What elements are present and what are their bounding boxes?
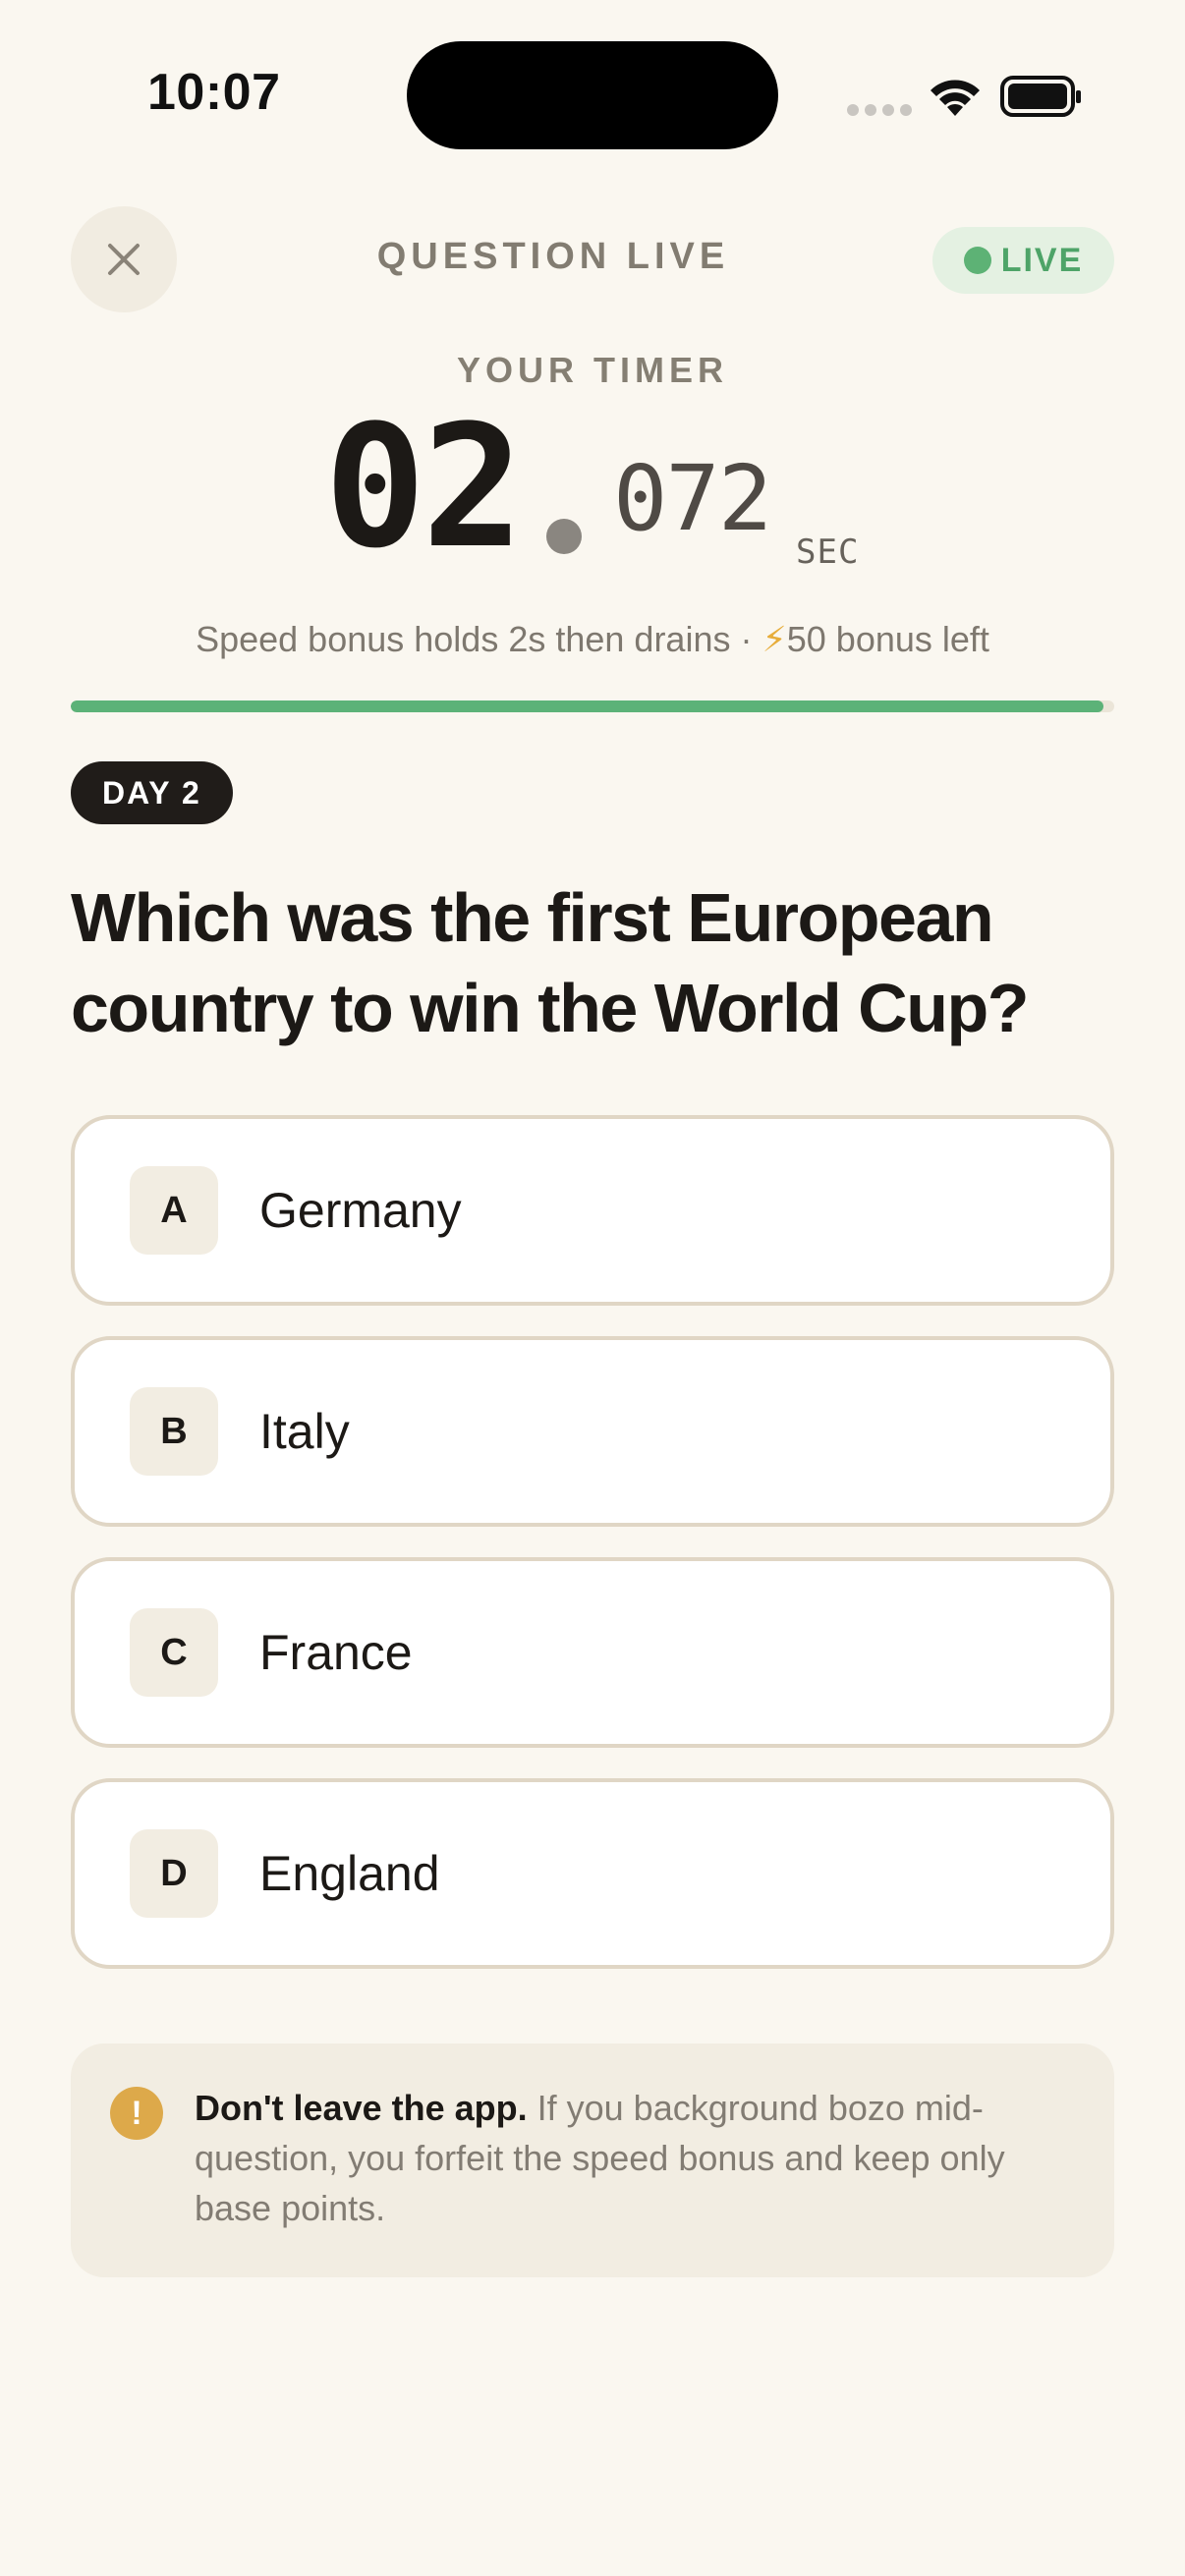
leave-app-warning: ! Don't leave the app. If you background… bbox=[71, 2044, 1114, 2277]
answer-option-d[interactable]: D England bbox=[71, 1778, 1114, 1969]
option-letter: D bbox=[130, 1829, 218, 1918]
exclamation-icon: ! bbox=[110, 2087, 163, 2140]
bonus-note-prefix: Speed bonus holds 2s then drains · bbox=[196, 619, 762, 659]
timer-label: YOUR TIMER bbox=[456, 350, 728, 390]
live-badge: LIVE bbox=[932, 227, 1114, 294]
option-letter: B bbox=[130, 1387, 218, 1476]
speed-bonus-progress-fill bbox=[71, 700, 1104, 712]
answer-option-c[interactable]: C France bbox=[71, 1557, 1114, 1748]
option-label: France bbox=[259, 1625, 413, 1680]
option-label: Germany bbox=[259, 1183, 462, 1238]
bonus-note-suffix: 50 bonus left bbox=[786, 619, 989, 659]
live-label: LIVE bbox=[1000, 241, 1084, 279]
speed-bonus-progress bbox=[71, 700, 1114, 712]
status-time: 10:07 bbox=[147, 64, 281, 121]
option-label: England bbox=[259, 1846, 440, 1901]
option-letter: C bbox=[130, 1608, 218, 1697]
wifi-icon bbox=[931, 80, 980, 116]
answer-option-b[interactable]: B Italy bbox=[71, 1336, 1114, 1527]
option-letter: A bbox=[130, 1166, 218, 1255]
live-dot-icon bbox=[963, 247, 991, 274]
warning-text: Don't leave the app. If you background b… bbox=[195, 2083, 1079, 2233]
speed-bonus-note: Speed bonus holds 2s then drains · ⚡50 b… bbox=[0, 619, 1185, 660]
lightning-icon: ⚡ bbox=[762, 619, 787, 659]
option-label: Italy bbox=[259, 1404, 350, 1459]
day-badge: DAY 2 bbox=[71, 761, 233, 824]
timer-seconds: 02 bbox=[324, 388, 524, 586]
answer-option-a[interactable]: A Germany bbox=[71, 1115, 1114, 1306]
warning-title: Don't leave the app. bbox=[195, 2088, 528, 2128]
timer-decimal-dot bbox=[546, 519, 582, 554]
dynamic-island bbox=[407, 41, 778, 149]
cellular-signal-icon bbox=[847, 104, 912, 116]
timer-unit: SEC bbox=[796, 532, 860, 572]
question-text: Which was the first European country to … bbox=[71, 879, 1030, 1046]
battery-icon bbox=[1000, 76, 1081, 117]
timer-fraction: 072 bbox=[613, 446, 772, 551]
